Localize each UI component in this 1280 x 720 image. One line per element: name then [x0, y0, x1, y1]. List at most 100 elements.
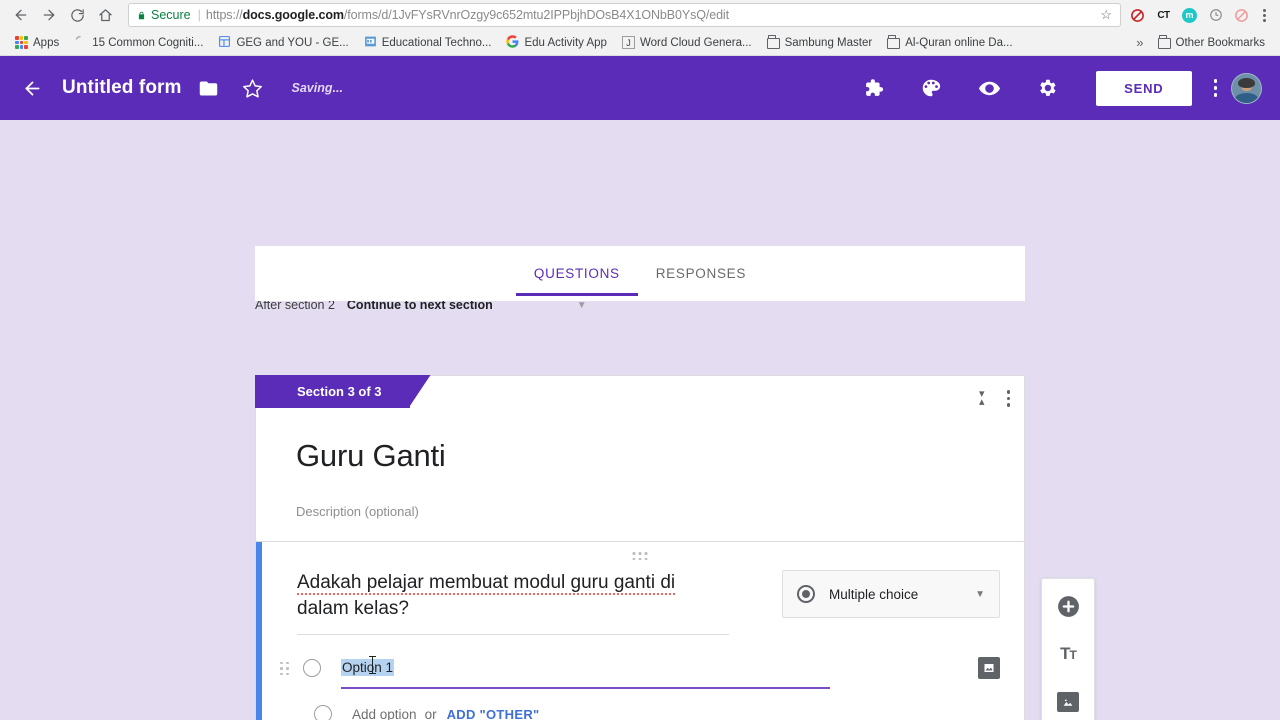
- send-button[interactable]: SEND: [1096, 70, 1192, 106]
- omnibox-divider: |: [197, 8, 201, 22]
- move-to-folder-icon[interactable]: [192, 71, 226, 105]
- question-type-select[interactable]: Multiple choice ▼: [782, 570, 1000, 618]
- table-icon: [218, 35, 231, 51]
- preview-eye-icon[interactable]: [972, 71, 1006, 105]
- bookmark-educational-techno[interactable]: Educational Techno...: [358, 32, 498, 54]
- bookmark-folder-sambung-master[interactable]: Sambung Master: [761, 34, 879, 52]
- palette-icon[interactable]: [914, 71, 948, 105]
- forms-page-body: QUESTIONS RESPONSES After section 2 Cont…: [0, 120, 1280, 720]
- collapse-section-icon[interactable]: ▾ ▴: [979, 389, 985, 408]
- option-input[interactable]: Option 1: [341, 659, 395, 677]
- bookmark-label: GEG and YOU - GE...: [236, 36, 349, 49]
- history-clock-icon[interactable]: [1207, 7, 1224, 24]
- option-radio-icon: [303, 659, 321, 678]
- section-title[interactable]: Guru Ganti: [256, 408, 1024, 474]
- chevron-down-icon[interactable]: ▼: [577, 300, 587, 311]
- avatar[interactable]: [1231, 72, 1262, 104]
- option-image-button[interactable]: [978, 657, 1000, 680]
- title-tt-icon: TT: [1060, 644, 1077, 663]
- folder-icon: [766, 34, 780, 49]
- add-option-row: Add option or ADD "OTHER": [256, 705, 1024, 720]
- bookmark-folder-al-quran[interactable]: Al-Quran online Da...: [881, 34, 1018, 52]
- section-header-tools: ▾ ▴: [979, 389, 1010, 408]
- url-domain: docs.google.com: [242, 8, 344, 22]
- settings-gear-icon[interactable]: [1030, 71, 1064, 105]
- addons-puzzle-icon[interactable]: [856, 71, 890, 105]
- adblock-icon[interactable]: [1129, 7, 1146, 24]
- bookmark-label: Edu Activity App: [524, 36, 607, 49]
- add-title-button[interactable]: TT: [1053, 639, 1083, 669]
- bookmark-label: 15 Common Cogniti...: [92, 36, 204, 49]
- add-question-button[interactable]: [1053, 591, 1083, 621]
- tab-questions[interactable]: QUESTIONS: [515, 246, 638, 296]
- question-drag-handle[interactable]: [632, 552, 648, 560]
- option-input-wrap: Option 1: [341, 656, 960, 690]
- bookmarks-bar: Apps 15 Common Cogniti... GEG and YOU - …: [0, 30, 1280, 56]
- bookmark-other-bookmarks[interactable]: Other Bookmarks: [1152, 34, 1271, 52]
- address-bar[interactable]: Secure | https://docs.google.com/forms/d…: [128, 3, 1121, 27]
- blocked-script-icon[interactable]: [1233, 7, 1250, 24]
- ct-extension-icon[interactable]: CT: [1155, 7, 1172, 24]
- section-card: Section 3 of 3 ▾ ▴ Guru Ganti Description…: [255, 375, 1025, 542]
- folder-icon: [887, 34, 901, 49]
- chevron-down-icon: ▼: [975, 588, 985, 600]
- add-image-button[interactable]: [1053, 687, 1083, 717]
- form-column: Section 3 of 3 ▾ ▴ Guru Ganti Description…: [255, 375, 1025, 720]
- extensions-area: CT m: [1129, 7, 1272, 24]
- bookmark-edu-activity-app[interactable]: Edu Activity App: [500, 32, 612, 54]
- bookmark-label: Educational Techno...: [381, 36, 492, 49]
- bookmark-geg-and-you[interactable]: GEG and YOU - GE...: [212, 32, 354, 54]
- back-arrow-icon[interactable]: [8, 2, 34, 28]
- google-g-icon: [506, 34, 519, 51]
- section-more-menu-icon[interactable]: [1006, 390, 1010, 407]
- question-text-area: Adakah pelajar membuat modul guru ganti …: [297, 570, 762, 636]
- add-other-button[interactable]: ADD "OTHER": [447, 707, 540, 720]
- more-options-icon[interactable]: [1213, 79, 1217, 97]
- question-body: Adakah pelajar membuat modul guru ganti …: [256, 556, 1024, 636]
- add-option-label[interactable]: Add option: [352, 707, 417, 720]
- text-cursor-icon: [369, 656, 376, 675]
- tab-responses[interactable]: RESPONSES: [638, 246, 764, 296]
- bookmark-apps[interactable]: Apps: [9, 33, 65, 52]
- question-card[interactable]: Adakah pelajar membuat modul guru ganti …: [255, 542, 1025, 720]
- forms-header: Untitled form Saving... SEND: [0, 56, 1280, 120]
- forward-arrow-icon[interactable]: [36, 2, 62, 28]
- question-text-line-2: dalam kelas?: [297, 598, 409, 620]
- url-path: /forms/d/1JvFYsRVnrOzgy9c652mtu2IPPbjhDO…: [343, 8, 729, 22]
- url-scheme: https://: [205, 8, 243, 22]
- question-text[interactable]: Adakah pelajar membuat modul guru ganti …: [297, 570, 729, 636]
- question-type-label: Multiple choice: [829, 586, 919, 602]
- section-banner: Section 3 of 3: [255, 375, 410, 408]
- saving-status: Saving...: [291, 81, 343, 95]
- add-option-radio-icon: [314, 705, 332, 720]
- side-toolbar: TT: [1041, 578, 1095, 720]
- bookmark-word-cloud-generator[interactable]: J Word Cloud Genera...: [616, 33, 758, 52]
- back-to-forms-icon[interactable]: [22, 78, 52, 99]
- option-focus-underline: [341, 687, 830, 690]
- bookmark-label: Apps: [33, 36, 60, 49]
- bookmark-15-common-cognitive[interactable]: 15 Common Cogniti...: [68, 32, 209, 54]
- browser-toolbar: Secure | https://docs.google.com/forms/d…: [0, 0, 1280, 30]
- option-drag-handle[interactable]: [280, 661, 289, 676]
- form-title[interactable]: Untitled form: [62, 77, 182, 99]
- bookmark-label: Word Cloud Genera...: [639, 36, 752, 49]
- folder-icon: [1157, 34, 1171, 49]
- momentum-icon[interactable]: m: [1181, 7, 1198, 24]
- reload-icon[interactable]: [64, 2, 90, 28]
- bookmark-label: Al-Quran online Da...: [905, 36, 1013, 49]
- bookmarks-overflow-icon[interactable]: »: [1131, 35, 1148, 50]
- chrome-menu-icon[interactable]: [1259, 8, 1270, 22]
- option-row: Option 1: [256, 656, 1024, 690]
- bookmark-label: Sambung Master: [784, 36, 873, 49]
- section-description-placeholder[interactable]: Description (optional): [256, 474, 1024, 519]
- forms-tabs: QUESTIONS RESPONSES: [255, 246, 1025, 301]
- home-icon[interactable]: [92, 2, 118, 28]
- bookmark-label: Other Bookmarks: [1175, 36, 1265, 49]
- lock-icon: [137, 10, 146, 21]
- bookmark-star-icon[interactable]: ☆: [1094, 7, 1112, 23]
- image-icon: [1057, 692, 1079, 712]
- or-label: or: [424, 706, 437, 720]
- star-icon[interactable]: [236, 71, 270, 105]
- forms-header-actions: SEND: [846, 70, 1262, 106]
- circle-arc-icon: [74, 35, 87, 51]
